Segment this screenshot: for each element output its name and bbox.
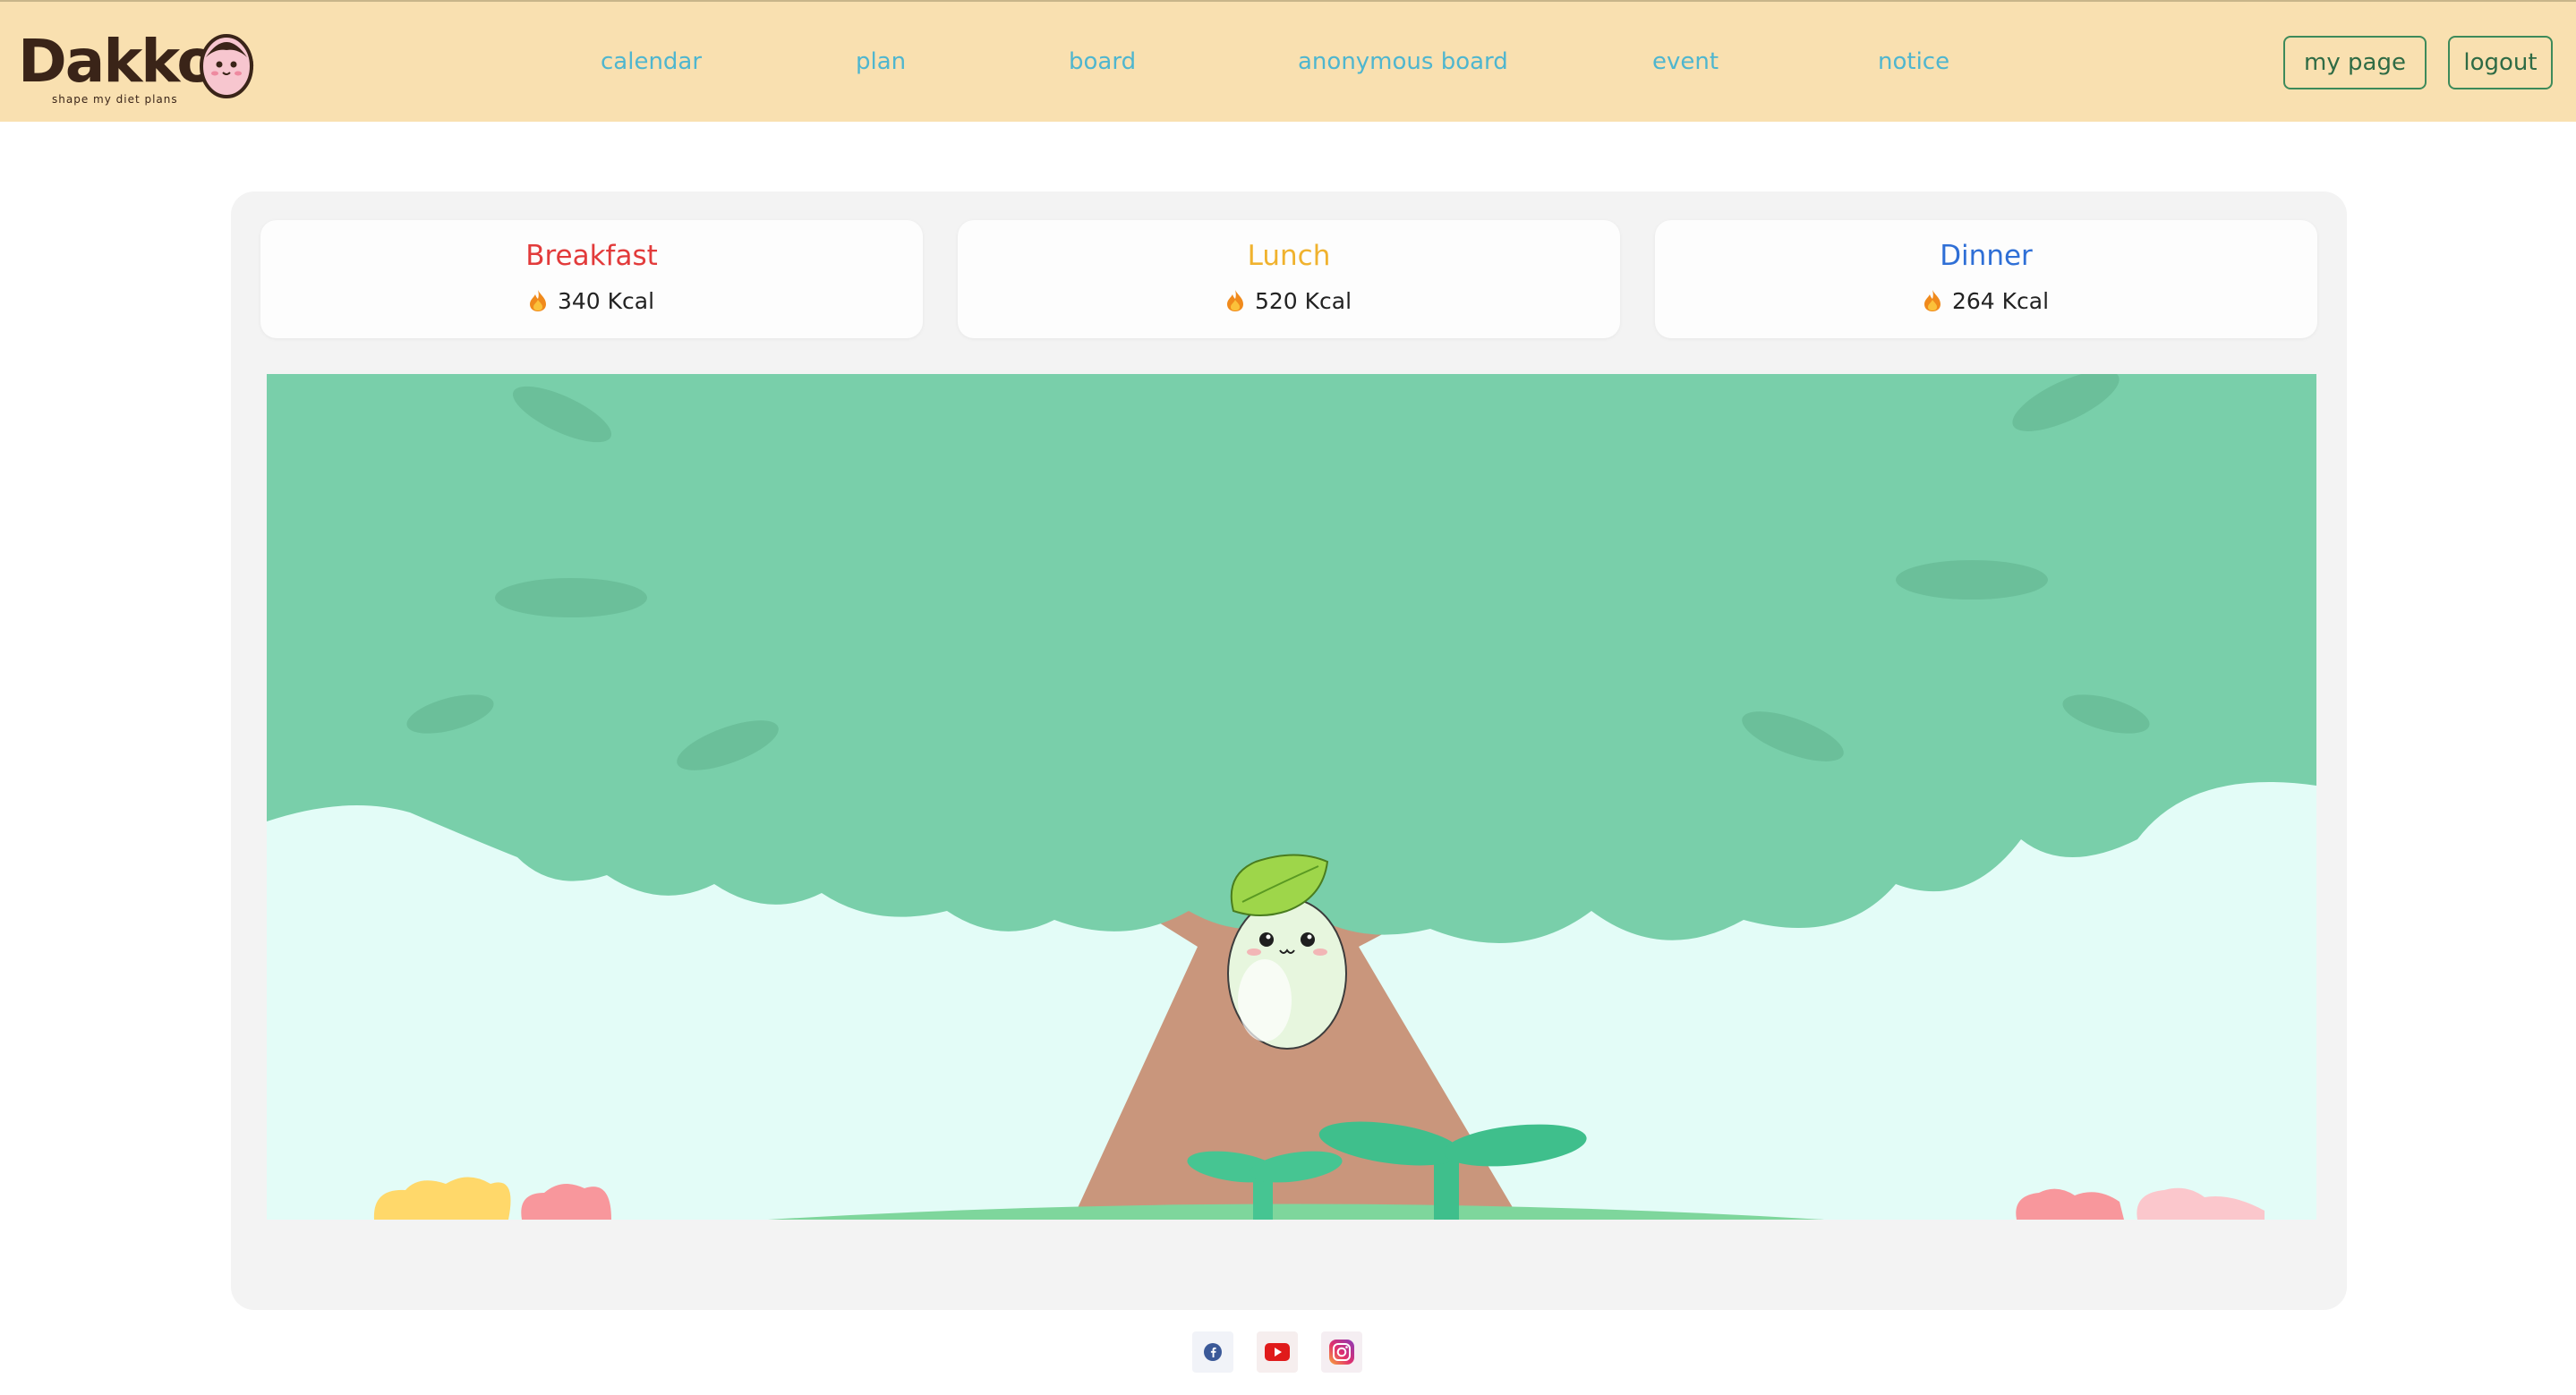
kcal-value-breakfast: 340 Kcal: [557, 288, 655, 314]
youtube-icon: [1265, 1343, 1290, 1361]
top-navigation-bar: Dakkoo shape my diet plans calendar plan…: [0, 0, 2576, 122]
breakfast-card[interactable]: Breakfast 340 Kcal: [260, 220, 923, 338]
logo-tagline: shape my diet plans: [52, 93, 178, 106]
tree-scene-illustration: [267, 374, 2316, 1220]
instagram-link[interactable]: [1321, 1331, 1362, 1373]
dinner-card[interactable]: Dinner 264 Kcal: [1655, 220, 2317, 338]
facebook-icon: [1204, 1343, 1222, 1361]
logout-button[interactable]: logout: [2448, 36, 2553, 89]
nav-anonymous-board[interactable]: anonymous board: [1298, 48, 1508, 75]
nav-board[interactable]: board: [1069, 48, 1136, 75]
fire-icon: [1226, 290, 1243, 311]
meal-kcal-dinner: 264 Kcal: [1655, 288, 2317, 314]
meal-kcal-lunch: 520 Kcal: [958, 288, 1620, 314]
instagram-icon: [1329, 1340, 1354, 1365]
kcal-value-lunch: 520 Kcal: [1254, 288, 1352, 314]
nav-calendar[interactable]: calendar: [601, 48, 702, 75]
main-nav: calendar plan board anonymous board even…: [0, 48, 2576, 84]
lunch-card[interactable]: Lunch 520 Kcal: [958, 220, 1620, 338]
my-page-button[interactable]: my page: [2283, 36, 2427, 89]
kcal-value-dinner: 264 Kcal: [1951, 288, 2050, 314]
youtube-link[interactable]: [1257, 1331, 1298, 1373]
meal-title-lunch: Lunch: [1247, 240, 1331, 272]
nav-plan[interactable]: plan: [856, 48, 906, 75]
nav-event[interactable]: event: [1652, 48, 1719, 75]
nav-notice[interactable]: notice: [1878, 48, 1949, 75]
tree-scene-graphic: [267, 374, 2316, 1220]
facebook-link[interactable]: [1192, 1331, 1233, 1373]
meal-kcal-breakfast: 340 Kcal: [260, 288, 923, 314]
meal-title-dinner: Dinner: [1940, 240, 2033, 272]
fire-icon: [1923, 290, 1941, 311]
meal-title-breakfast: Breakfast: [525, 240, 658, 272]
diet-summary-panel: Breakfast 340 Kcal Lunch 520 Kcal Dinner…: [231, 191, 2347, 1310]
fire-icon: [529, 290, 546, 311]
